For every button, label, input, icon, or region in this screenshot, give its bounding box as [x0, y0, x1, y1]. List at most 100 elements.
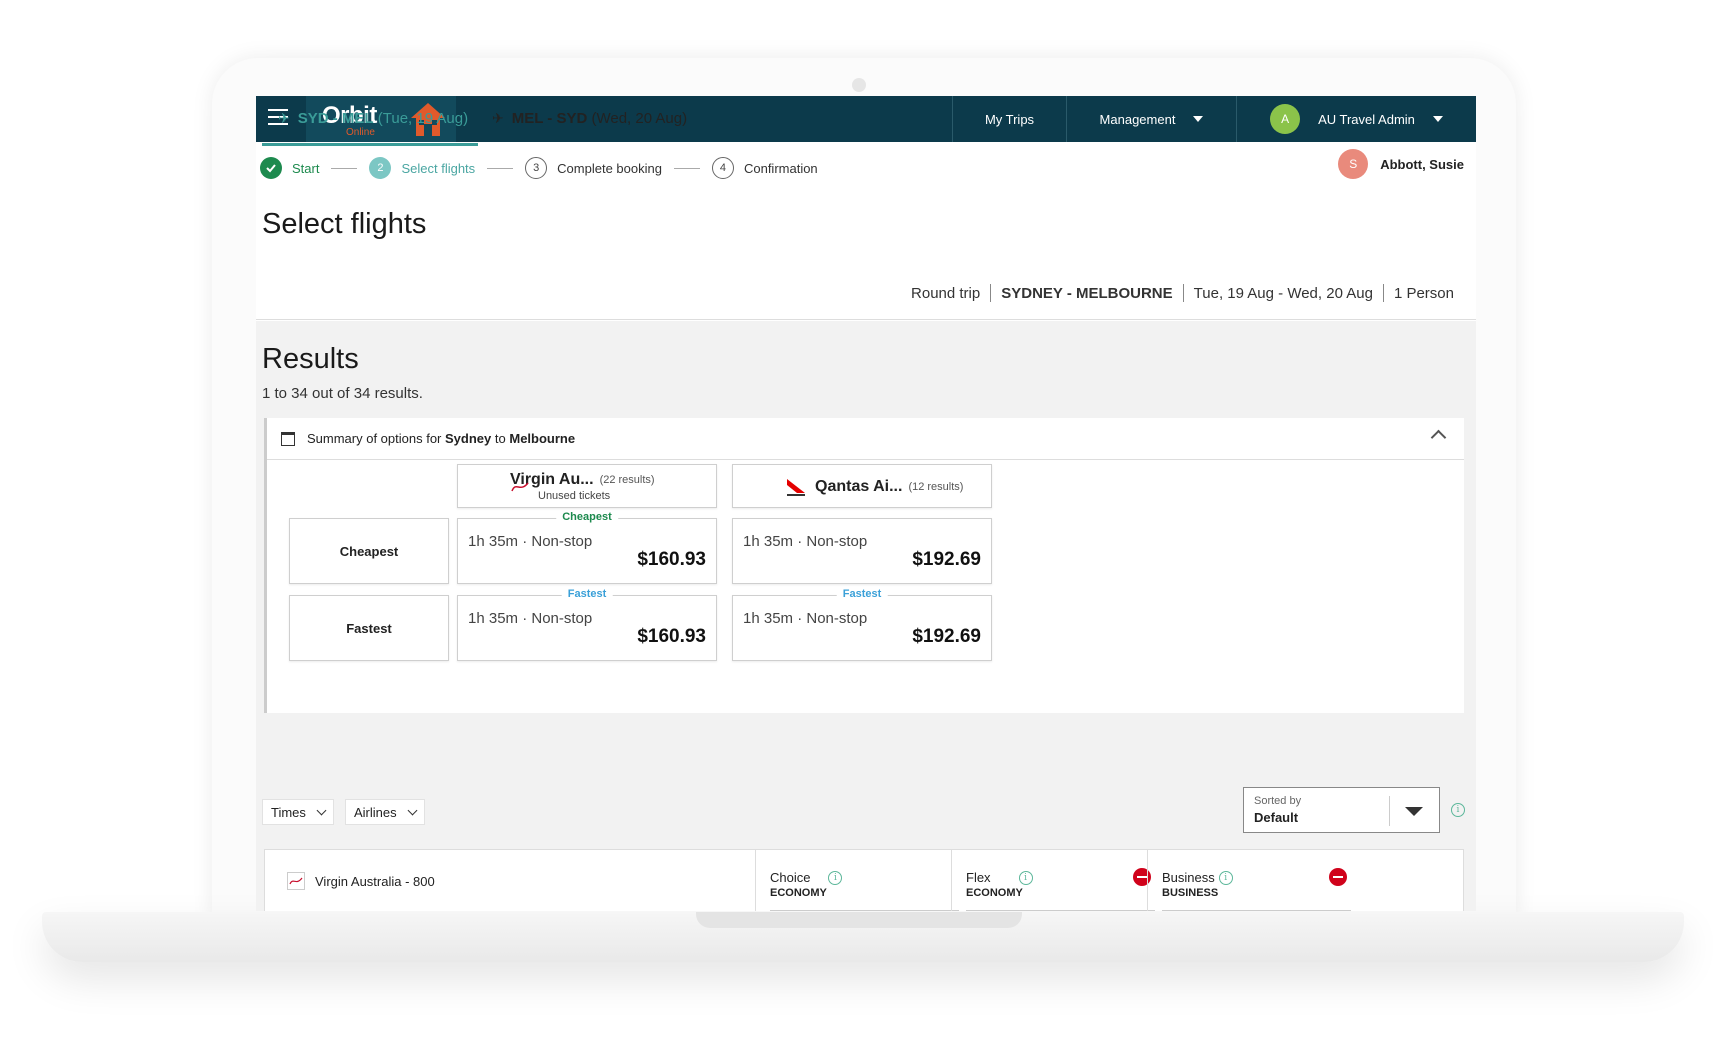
- fare-flex[interactable]: Flex i ECONOMY: [951, 850, 1169, 911]
- step-number: 3: [525, 157, 548, 179]
- row-label-fastest: Fastest: [289, 595, 449, 661]
- step-number: 2: [369, 157, 392, 179]
- page-title: Select flights: [262, 208, 427, 240]
- virgin-logo-icon: [287, 872, 305, 890]
- step-start[interactable]: Start: [260, 157, 319, 179]
- fare-business[interactable]: Business i BUSINESS: [1147, 850, 1365, 911]
- airlines-filter[interactable]: Airlines: [345, 799, 425, 825]
- plane-takeoff-icon: ✈: [278, 110, 290, 126]
- results-section: Results 1 to 34 out of 34 results. Summa…: [256, 321, 1476, 911]
- info-icon[interactable]: i: [828, 870, 843, 885]
- airline-name: Qantas Ai...: [815, 478, 903, 495]
- results-count: 1 to 34 out of 34 results.: [262, 385, 423, 402]
- trip-cities: SYDNEY - MELBOURNE: [1001, 284, 1173, 302]
- divider: [1389, 796, 1390, 826]
- summary-origin: Sydney: [445, 431, 492, 446]
- sort-value: Default: [1254, 810, 1299, 825]
- traveller-badge[interactable]: S Abbott, Susie: [1338, 149, 1464, 179]
- info-icon[interactable]: i: [1451, 803, 1465, 817]
- sort-select[interactable]: Sorted by Default: [1243, 787, 1440, 833]
- plane-landing-icon: ✈: [492, 110, 504, 126]
- option-cell[interactable]: Fastest 1h 35m · Non-stop $160.93: [457, 588, 717, 661]
- divider: [990, 284, 992, 302]
- airline-count: (22 results): [599, 474, 655, 486]
- step-label: Start: [292, 160, 320, 176]
- option-cell[interactable]: 1h 35m · Non-stop $192.69: [732, 518, 992, 584]
- divider: [1182, 284, 1184, 302]
- cell-price: $160.93: [637, 626, 706, 647]
- filter-label: Times: [271, 804, 306, 820]
- step-label: Confirmation: [743, 160, 818, 176]
- qantas-logo-icon: [787, 479, 805, 496]
- traveller-name: Abbott, Susie: [1380, 156, 1464, 172]
- nav-management-label: Management: [1099, 111, 1176, 127]
- nav-management[interactable]: Management: [1066, 96, 1236, 142]
- fare-name: Flex i: [966, 870, 1033, 885]
- fare-name: Choice i: [770, 870, 843, 885]
- step-complete-booking[interactable]: 3 Complete booking: [525, 157, 662, 179]
- divider: [1162, 910, 1351, 911]
- laptop-notch: [696, 912, 1022, 928]
- cell-route: 1h 35m · Non-stop: [468, 533, 593, 550]
- trip-dates: Tue, 19 Aug - Wed, 20 Aug: [1193, 284, 1373, 302]
- tab-route: SYD - MEL: [297, 110, 374, 127]
- calendar-icon: [281, 431, 295, 446]
- chevron-down-icon: [407, 805, 418, 815]
- summary-panel: Summary of options for Sydney to Melbour…: [264, 418, 1464, 713]
- times-filter[interactable]: Times: [262, 799, 334, 825]
- flight-airline-name: Virgin Australia - 800: [315, 873, 435, 889]
- option-cell[interactable]: Cheapest 1h 35m · Non-stop $160.93: [457, 511, 717, 584]
- step-label: Select flights: [401, 160, 476, 176]
- tab-route: MEL - SYD: [511, 110, 588, 127]
- info-icon[interactable]: i: [1018, 870, 1033, 885]
- cell-route: 1h 35m · Non-stop: [743, 610, 868, 627]
- nav-user-menu[interactable]: A AU Travel Admin: [1236, 96, 1476, 142]
- trip-summary: Round trip SYDNEY - MELBOURNE Tue, 19 Au…: [911, 284, 1454, 302]
- app-screen: Orbit Online My Trips Management A AU Tr…: [256, 96, 1476, 911]
- cheapest-tag: Cheapest: [556, 511, 618, 523]
- tab-return[interactable]: ✈ MEL - SYD (Wed, 20 Aug): [492, 110, 687, 146]
- sort-label: Sorted by: [1254, 795, 1302, 807]
- trip-pax: 1 Person: [1393, 284, 1454, 302]
- airline-header-qantas[interactable]: Qantas Ai... (12 results): [732, 464, 992, 508]
- tab-outbound[interactable]: ✈ SYD - MEL (Tue, 19 Aug): [262, 110, 478, 146]
- tab-date: (Wed, 20 Aug): [591, 110, 688, 127]
- summary-header[interactable]: Summary of options for Sydney to Melbour…: [267, 418, 1464, 460]
- airline-sub: Unused tickets: [538, 490, 611, 502]
- fare-choice[interactable]: Choice i ECONOMY: [755, 850, 973, 911]
- step-confirmation[interactable]: 4 Confirmation: [711, 157, 818, 179]
- divider: [1382, 284, 1384, 302]
- option-cell[interactable]: Fastest 1h 35m · Non-stop $192.69: [732, 588, 992, 661]
- fare-cabin: ECONOMY: [966, 887, 1023, 899]
- fare-cabin: ECONOMY: [770, 887, 827, 899]
- cell-price: $192.69: [912, 626, 981, 647]
- fare-cabin: BUSINESS: [1162, 887, 1219, 899]
- cell-route: 1h 35m · Non-stop: [743, 533, 868, 550]
- chevron-down-icon: [1432, 116, 1443, 122]
- step-select-flights[interactable]: 2 Select flights: [369, 157, 475, 179]
- chevron-up-icon[interactable]: [1430, 429, 1447, 446]
- summary-mid: to: [494, 431, 506, 446]
- nav-my-trips-label: My Trips: [984, 111, 1035, 127]
- avatar: S: [1338, 149, 1369, 179]
- info-icon[interactable]: i: [1218, 870, 1233, 885]
- check-icon: [260, 157, 282, 179]
- avatar: A: [1270, 104, 1301, 134]
- cell-price: $192.69: [912, 549, 981, 570]
- fastest-tag: Fastest: [561, 588, 613, 600]
- nav-my-trips[interactable]: My Trips: [952, 96, 1066, 142]
- cell-route: 1h 35m · Non-stop: [468, 610, 593, 627]
- step-divider: [487, 167, 514, 169]
- cell-price: $160.93: [637, 549, 706, 570]
- summary-destination: Melbourne: [509, 431, 576, 446]
- fastest-tag: Fastest: [836, 588, 888, 600]
- divider: [770, 910, 959, 911]
- airline-header-virgin[interactable]: Virgin Au... (22 results) Unused tickets: [457, 464, 717, 508]
- unavailable-icon: [1329, 868, 1347, 886]
- step-divider: [331, 167, 358, 169]
- step-number: 4: [711, 157, 734, 179]
- step-divider: [673, 167, 700, 169]
- flight-result-card[interactable]: Virgin Australia - 800 Choice i ECONOMY …: [264, 849, 1464, 911]
- divider: [966, 910, 1155, 911]
- summary-prefix: Summary of options for: [307, 431, 442, 446]
